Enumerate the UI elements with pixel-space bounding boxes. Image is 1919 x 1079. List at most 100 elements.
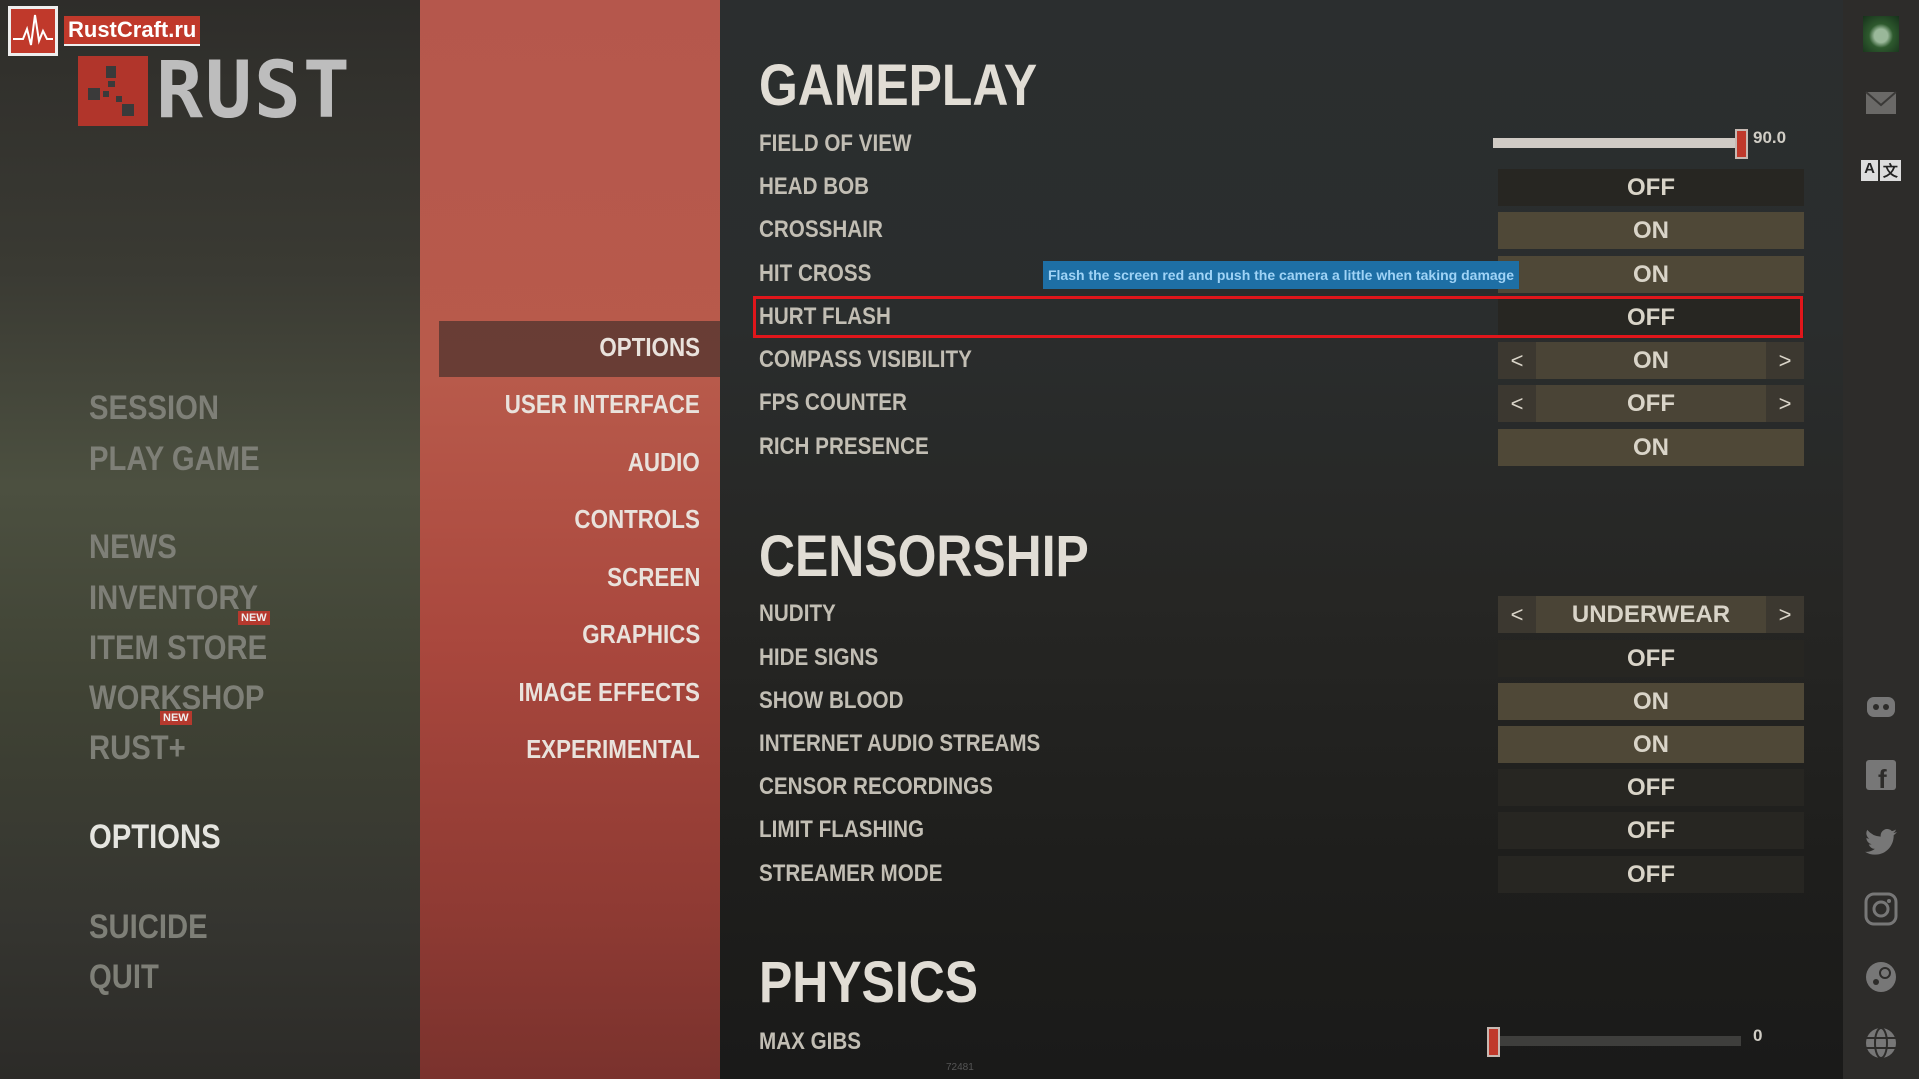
toggle-value: OFF bbox=[1627, 173, 1675, 201]
toggle-value: OFF bbox=[1627, 644, 1675, 672]
next-arrow-icon[interactable]: > bbox=[1766, 342, 1804, 379]
head-bob-toggle[interactable]: OFF bbox=[1498, 169, 1804, 206]
category-graphics[interactable]: GRAPHICS bbox=[582, 619, 700, 650]
setting-label: MAX GIBS bbox=[759, 1028, 862, 1055]
toggle-value: ON bbox=[1633, 730, 1669, 758]
main-menu-item-suicide[interactable]: SUICIDE bbox=[89, 908, 208, 947]
hurt-flash-highlight-box bbox=[753, 296, 1803, 338]
setting-label: FPS COUNTER bbox=[759, 389, 907, 416]
prev-arrow-icon[interactable]: < bbox=[1498, 596, 1536, 633]
setting-label: INTERNET AUDIO STREAMS bbox=[759, 730, 1041, 757]
hide-signs-toggle[interactable]: OFF bbox=[1498, 640, 1804, 677]
show-blood-toggle[interactable]: ON bbox=[1498, 683, 1804, 720]
mail-icon[interactable] bbox=[1863, 85, 1899, 121]
translate-icon[interactable]: A文 bbox=[1861, 152, 1901, 188]
section-title-censorship: CENSORSHIP bbox=[759, 524, 1089, 589]
toggle-value: ON bbox=[1633, 433, 1669, 461]
setting-label: RICH PRESENCE bbox=[759, 433, 929, 460]
toggle-value: OFF bbox=[1627, 773, 1675, 801]
compass-visibility-select: ON bbox=[1498, 342, 1804, 379]
section-title-physics: PHYSICS bbox=[759, 950, 978, 1015]
slider-track[interactable] bbox=[1493, 1036, 1741, 1046]
rust-logo-text: RUST bbox=[156, 46, 352, 136]
discord-icon[interactable] bbox=[1863, 689, 1899, 725]
prev-arrow-icon[interactable]: < bbox=[1498, 385, 1536, 422]
options-category-panel: OPTIONS USER INTERFACE AUDIO CONTROLS SCREEN… bbox=[420, 0, 720, 1079]
rust-logo-icon bbox=[78, 56, 148, 126]
category-user-interface[interactable]: USER INTERFACE bbox=[505, 389, 700, 420]
slider-track[interactable] bbox=[1493, 138, 1741, 148]
main-menu-item-inventory[interactable]: INVENTORY bbox=[89, 579, 258, 618]
main-menu-item-news[interactable]: NEWS bbox=[89, 528, 177, 567]
setting-row-max-gibs: MAX GIBS 0 bbox=[759, 1024, 1804, 1062]
setting-label: CROSSHAIR bbox=[759, 216, 883, 243]
setting-label: COMPASS VISIBILITY bbox=[759, 346, 972, 373]
toggle-value: ON bbox=[1633, 260, 1669, 288]
prev-arrow-icon[interactable]: < bbox=[1498, 342, 1536, 379]
field-of-view-slider[interactable] bbox=[1493, 129, 1748, 159]
main-menu-panel: RustCraft.ru RUST SESSION PLAY GAME NEWS IN… bbox=[0, 0, 420, 1079]
category-experimental[interactable]: EXPERIMENTAL bbox=[526, 734, 700, 765]
setting-row-limit-flashing: LIMIT FLASHING OFF bbox=[759, 812, 1804, 850]
setting-label: CENSOR RECORDINGS bbox=[759, 773, 993, 800]
streamer-mode-toggle[interactable]: OFF bbox=[1498, 856, 1804, 893]
instagram-icon[interactable] bbox=[1863, 891, 1899, 927]
heartbeat-logo-icon bbox=[8, 6, 58, 56]
main-menu-item-quit[interactable]: QUIT bbox=[89, 958, 159, 997]
watermark-text: RustCraft.ru bbox=[64, 16, 201, 46]
category-options[interactable]: OPTIONS bbox=[599, 332, 700, 363]
category-controls[interactable]: CONTROLS bbox=[575, 504, 700, 535]
main-menu-item-play-game[interactable]: PLAY GAME bbox=[89, 440, 260, 479]
slider-handle[interactable] bbox=[1487, 1027, 1500, 1057]
crosshair-toggle[interactable]: ON bbox=[1498, 212, 1804, 249]
svg-text:f: f bbox=[1878, 764, 1887, 790]
new-badge: NEW bbox=[238, 611, 270, 625]
setting-row-streamer-mode: STREAMER MODE OFF bbox=[759, 856, 1804, 894]
main-menu-item-item-store[interactable]: ITEM STORE bbox=[89, 629, 267, 668]
main-menu-item-options[interactable]: OPTIONS bbox=[89, 818, 221, 857]
category-image-effects[interactable]: IMAGE EFFECTS bbox=[519, 677, 700, 708]
select-value: UNDERWEAR bbox=[1571, 600, 1731, 628]
main-menu-item-session[interactable]: SESSION bbox=[89, 389, 219, 428]
category-screen[interactable]: SCREEN bbox=[607, 562, 700, 593]
select-value: ON bbox=[1633, 346, 1669, 374]
setting-label: HIDE SIGNS bbox=[759, 644, 879, 671]
slider-value: 0 bbox=[1753, 1026, 1763, 1045]
limit-flashing-toggle[interactable]: OFF bbox=[1498, 812, 1804, 849]
censor-recordings-toggle[interactable]: OFF bbox=[1498, 769, 1804, 806]
fps-counter-select: OFF bbox=[1498, 385, 1804, 422]
setting-label: FIELD OF VIEW bbox=[759, 130, 912, 157]
max-gibs-slider[interactable] bbox=[1487, 1027, 1741, 1057]
next-arrow-icon[interactable]: > bbox=[1766, 596, 1804, 633]
setting-row-compass-visibility: COMPASS VISIBILITY ON < > bbox=[759, 342, 1804, 380]
main-menu-item-rust-[interactable]: RUST+ bbox=[89, 729, 186, 768]
select-value: OFF bbox=[1627, 389, 1675, 417]
toggle-value: OFF bbox=[1627, 860, 1675, 888]
tooltip: Flash the screen red and push the camera… bbox=[1043, 261, 1519, 289]
facebook-icon[interactable]: f bbox=[1863, 757, 1899, 793]
setting-row-internet-audio-streams: INTERNET AUDIO STREAMS ON bbox=[759, 726, 1804, 764]
globe-icon[interactable] bbox=[1863, 1025, 1899, 1061]
slider-value: 90.0 bbox=[1753, 128, 1787, 147]
next-arrow-icon[interactable]: > bbox=[1766, 385, 1804, 422]
steam-icon[interactable] bbox=[1863, 959, 1899, 995]
setting-row-head-bob: HEAD BOB OFF bbox=[759, 169, 1804, 207]
setting-label: LIMIT FLASHING bbox=[759, 816, 925, 843]
build-number: 72481 bbox=[946, 1062, 974, 1073]
setting-row-fps-counter: FPS COUNTER OFF < > bbox=[759, 385, 1804, 423]
toggle-value: ON bbox=[1633, 216, 1669, 244]
avatar-icon[interactable] bbox=[1863, 16, 1899, 52]
setting-label: SHOW BLOOD bbox=[759, 687, 904, 714]
category-audio[interactable]: AUDIO bbox=[628, 447, 700, 478]
nudity-select: UNDERWEAR bbox=[1498, 596, 1804, 633]
slider-handle[interactable] bbox=[1735, 129, 1748, 159]
setting-row-nudity: NUDITY UNDERWEAR < > bbox=[759, 596, 1804, 634]
internet-audio-streams-toggle[interactable]: ON bbox=[1498, 726, 1804, 763]
twitter-icon[interactable] bbox=[1863, 824, 1899, 860]
rich-presence-toggle[interactable]: ON bbox=[1498, 429, 1804, 466]
setting-row-rich-presence: RICH PRESENCE ON bbox=[759, 429, 1804, 467]
hit-cross-toggle[interactable]: ON bbox=[1498, 256, 1804, 293]
setting-row-crosshair: CROSSHAIR ON bbox=[759, 212, 1804, 250]
toggle-value: ON bbox=[1633, 687, 1669, 715]
setting-row-field-of-view: FIELD OF VIEW 90.0 bbox=[759, 126, 1804, 164]
